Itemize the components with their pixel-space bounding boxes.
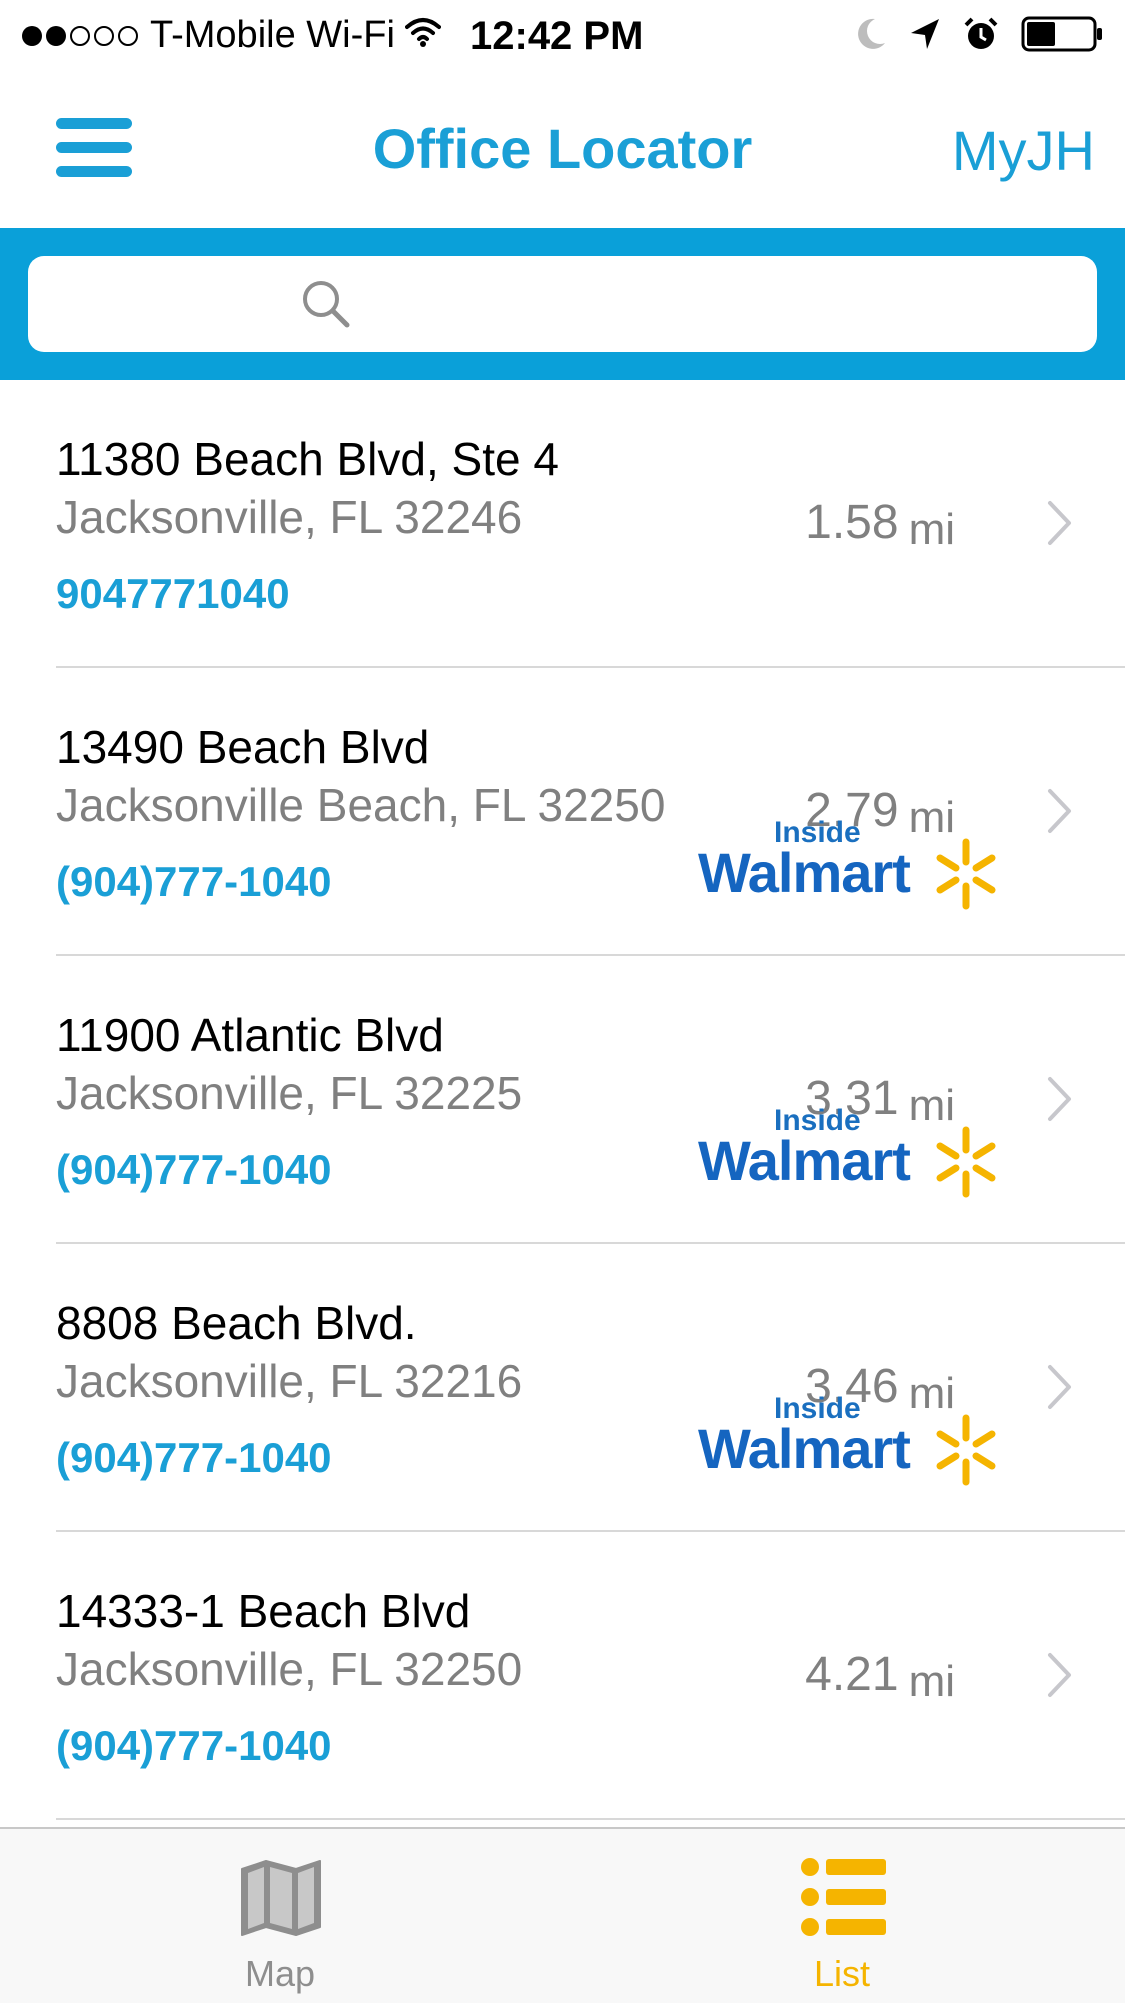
- chevron-right-icon: [1047, 1652, 1073, 1698]
- distance-unit: mi: [908, 505, 955, 554]
- myjh-button[interactable]: MyJH: [952, 118, 1095, 183]
- location-arrow-icon: [909, 17, 941, 51]
- office-phone-link[interactable]: (904)777-1040: [56, 1722, 332, 1770]
- office-city: Jacksonville, FL 32225: [56, 1067, 523, 1119]
- walmart-spark-icon: [934, 836, 998, 912]
- office-city: Jacksonville Beach, FL 32250: [56, 779, 666, 831]
- tab-bar: Map List: [0, 1827, 1125, 2003]
- office-list-item[interactable]: 14333-1 Beach Blvd Jacksonville, FL 32250…: [0, 1532, 1125, 1820]
- walmart-name-label: Walmart: [698, 841, 911, 904]
- moon-icon: [855, 17, 887, 51]
- inside-walmart-badge: Inside Walmart: [698, 816, 998, 910]
- distance-unit: mi: [908, 1657, 955, 1706]
- office-list-item[interactable]: 8808 Beach Blvd. Jacksonville, FL 32216 (9…: [0, 1244, 1125, 1532]
- distance-value: 1.58: [805, 496, 899, 549]
- walmart-spark-icon: [934, 1412, 998, 1488]
- walmart-spark-icon: [934, 1124, 998, 1200]
- battery-icon: [1021, 16, 1103, 52]
- status-bar: T-Mobile Wi-Fi 12:42 PM: [0, 0, 1125, 80]
- search-bar: [0, 228, 1125, 380]
- chevron-right-icon: [1047, 1364, 1073, 1410]
- office-distance: 1.58 mi: [805, 495, 955, 554]
- navigation-bar: Office Locator MyJH: [0, 80, 1125, 229]
- office-city: Jacksonville, FL 32216: [56, 1355, 523, 1407]
- office-list-item[interactable]: 11380 Beach Blvd, Ste 4 Jacksonville, FL …: [0, 380, 1125, 668]
- list-icon: [800, 1857, 886, 1937]
- status-left: T-Mobile Wi-Fi: [22, 14, 451, 57]
- office-address: 13490 Beach Blvd: [56, 721, 430, 773]
- list-divider: [56, 1818, 1125, 1820]
- chevron-right-icon: [1047, 500, 1073, 546]
- tab-map-label: Map: [244, 1953, 316, 1994]
- tab-map[interactable]: Map: [130, 1829, 430, 2003]
- tab-list[interactable]: List: [692, 1829, 992, 2003]
- office-phone-link[interactable]: (904)777-1040: [56, 1434, 332, 1482]
- inside-walmart-badge: Inside Walmart: [698, 1392, 998, 1486]
- distance-value: 4.21: [805, 1648, 899, 1701]
- office-phone-link[interactable]: (904)777-1040: [56, 1146, 332, 1194]
- carrier-name: T-Mobile Wi-Fi: [150, 14, 395, 56]
- tab-list-label: List: [813, 1953, 871, 1994]
- office-phone-link[interactable]: (904)777-1040: [56, 858, 332, 906]
- search-icon: [300, 278, 352, 330]
- wifi-icon: [404, 14, 441, 57]
- office-list-item[interactable]: 13490 Beach Blvd Jacksonville Beach, FL 3…: [0, 668, 1125, 956]
- office-list: 11380 Beach Blvd, Ste 4 Jacksonville, FL …: [0, 380, 1125, 1827]
- walmart-name-label: Walmart: [698, 1129, 911, 1192]
- map-icon: [238, 1857, 324, 1937]
- office-city: Jacksonville, FL 32246: [56, 491, 523, 543]
- status-right: [833, 16, 1103, 52]
- office-address: 14333-1 Beach Blvd: [56, 1585, 471, 1637]
- signal-strength-icon: [22, 25, 142, 46]
- office-phone-link[interactable]: 9047771040: [56, 570, 290, 618]
- chevron-right-icon: [1047, 788, 1073, 834]
- search-input[interactable]: [28, 256, 1097, 352]
- inside-walmart-badge: Inside Walmart: [698, 1104, 998, 1198]
- office-address: 11380 Beach Blvd, Ste 4: [56, 433, 559, 485]
- alarm-icon: [963, 16, 999, 52]
- office-address: 8808 Beach Blvd.: [56, 1297, 417, 1349]
- office-distance: 4.21 mi: [805, 1647, 955, 1706]
- office-list-item[interactable]: 11900 Atlantic Blvd Jacksonville, FL 3222…: [0, 956, 1125, 1244]
- office-address: 11900 Atlantic Blvd: [56, 1009, 444, 1061]
- office-city: Jacksonville, FL 32250: [56, 1643, 523, 1695]
- chevron-right-icon: [1047, 1076, 1073, 1122]
- status-time: 12:42 PM: [470, 14, 644, 58]
- walmart-name-label: Walmart: [698, 1417, 911, 1480]
